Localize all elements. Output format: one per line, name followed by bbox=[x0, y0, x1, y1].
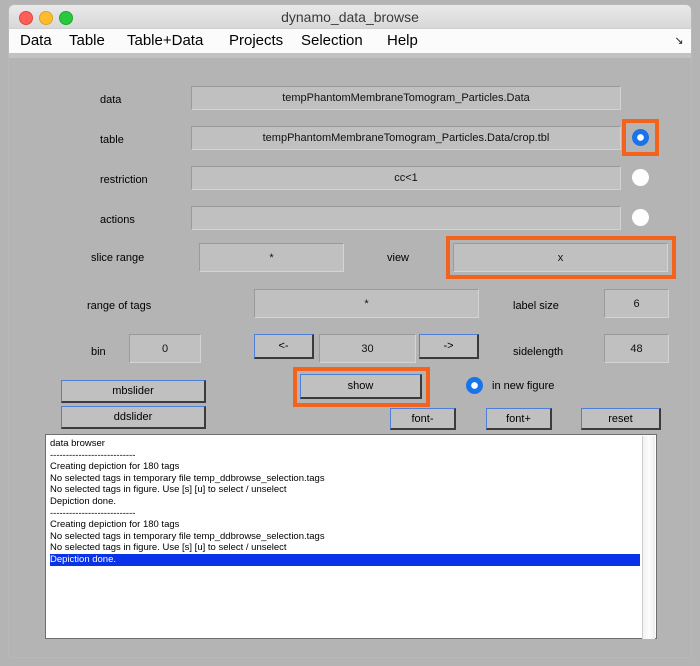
table-radio[interactable] bbox=[632, 129, 649, 146]
log-line: No selected tags in temporary file temp_… bbox=[50, 530, 325, 542]
log-scrollbar[interactable] bbox=[642, 436, 655, 639]
field-range-of-tags[interactable]: * bbox=[254, 289, 479, 318]
field-bin[interactable]: 0 bbox=[129, 334, 201, 363]
log-line: --------------------------- bbox=[50, 507, 136, 519]
menu-item-selection[interactable]: Selection bbox=[301, 32, 363, 49]
font-decrease-button[interactable]: font- bbox=[390, 408, 456, 430]
menu-item-table-data[interactable]: Table+Data bbox=[127, 32, 203, 49]
mbslider-button[interactable]: mbslider bbox=[61, 380, 206, 403]
label-bin: bin bbox=[91, 346, 106, 358]
field-label-size[interactable]: 6 bbox=[604, 289, 669, 318]
label-data: data bbox=[100, 94, 122, 106]
log-line: Depiction done. bbox=[50, 495, 117, 507]
field-view[interactable]: x bbox=[453, 243, 668, 272]
log-line: Creating depiction for 180 tags bbox=[50, 519, 180, 531]
label-restriction: restriction bbox=[100, 174, 148, 186]
label-table: table bbox=[100, 134, 124, 146]
label-label-size: label size bbox=[513, 300, 559, 312]
field-table[interactable]: tempPhantomMembraneTomogram_Particles.Da… bbox=[191, 126, 621, 150]
field-sidelength[interactable]: 48 bbox=[604, 334, 669, 363]
log-line: No selected tags in figure. Use [s] [u] … bbox=[50, 484, 287, 496]
show-button[interactable]: show bbox=[300, 374, 422, 399]
log-console[interactable]: data browser --------------------------- C… bbox=[45, 434, 657, 639]
tag-next-button[interactable]: -> bbox=[419, 334, 479, 359]
field-actions[interactable] bbox=[191, 206, 621, 230]
window-title: dynamo_data_browse bbox=[281, 9, 419, 25]
tag-prev-button[interactable]: <- bbox=[254, 334, 314, 359]
log-line: --------------------------- bbox=[50, 449, 136, 461]
title-bar: dynamo_data_browse bbox=[8, 4, 692, 28]
font-increase-button[interactable]: font+ bbox=[486, 408, 552, 430]
log-line: Creating depiction for 180 tags bbox=[50, 461, 180, 473]
menu-item-data[interactable]: Data bbox=[20, 32, 52, 49]
in-new-figure-radio[interactable] bbox=[466, 377, 483, 394]
menu-bar: Data Table Table+Data Projects Selection… bbox=[8, 28, 692, 54]
menu-item-projects[interactable]: Projects bbox=[229, 32, 283, 49]
label-actions: actions bbox=[100, 214, 135, 226]
application-window: dynamo_data_browse Data Table Table+Data… bbox=[0, 0, 700, 666]
reset-button[interactable]: reset bbox=[581, 408, 661, 430]
actions-radio[interactable] bbox=[632, 209, 649, 226]
menu-item-table[interactable]: Table bbox=[69, 32, 105, 49]
label-sidelength: sidelength bbox=[513, 346, 564, 358]
label-in-new-figure: in new figure bbox=[492, 380, 555, 392]
label-range-of-tags: range of tags bbox=[87, 300, 152, 312]
restriction-radio[interactable] bbox=[632, 169, 649, 186]
field-data[interactable]: tempPhantomMembraneTomogram_Particles.Da… bbox=[191, 86, 621, 110]
menu-item-help[interactable]: Help bbox=[387, 32, 418, 49]
log-line: Depiction done. bbox=[50, 553, 640, 566]
log-line: No selected tags in temporary file temp_… bbox=[50, 472, 325, 484]
label-slice-range: slice range bbox=[91, 252, 145, 264]
ddslider-button[interactable]: ddslider bbox=[61, 406, 206, 429]
field-tag-index[interactable]: 30 bbox=[319, 334, 416, 363]
log-line: data browser bbox=[50, 438, 105, 449]
field-slice-range[interactable]: * bbox=[199, 243, 344, 272]
overflow-arrow-icon[interactable]: ↘ bbox=[673, 35, 685, 47]
log-text: data browser --------------------------- C… bbox=[50, 438, 640, 566]
label-view: view bbox=[387, 252, 410, 264]
log-line: No selected tags in figure. Use [s] [u] … bbox=[50, 542, 287, 554]
field-restriction[interactable]: cc<1 bbox=[191, 166, 621, 190]
